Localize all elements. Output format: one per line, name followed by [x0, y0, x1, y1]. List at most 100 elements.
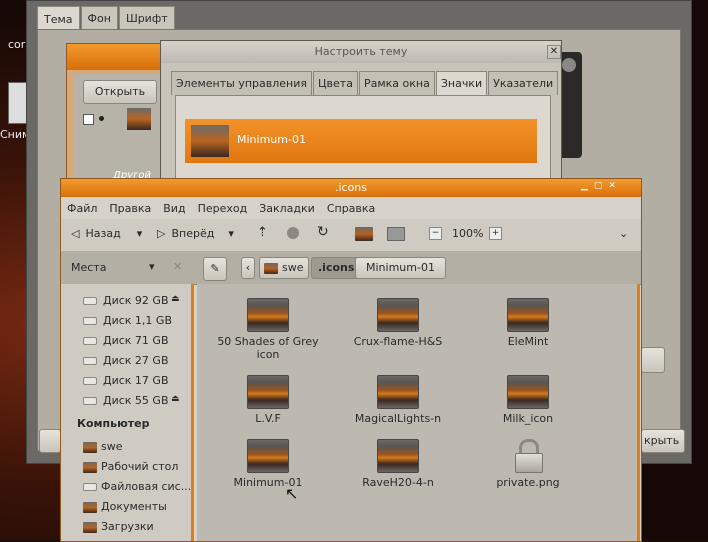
- menu-view[interactable]: Вид: [163, 202, 185, 215]
- tab-controls[interactable]: Элементы управления: [171, 71, 312, 95]
- selected-theme-row[interactable]: Minimum-01: [185, 119, 537, 163]
- path-left-button[interactable]: ‹: [241, 257, 255, 279]
- tab-window-border[interactable]: Рамка окна: [358, 71, 435, 95]
- file-item[interactable]: private.png: [473, 439, 583, 489]
- drive-icon: [83, 397, 97, 405]
- chevron-down-icon[interactable]: ⌄: [619, 227, 628, 240]
- location-bar: Места ▾ ✕ ✎ ‹ swe .icons Minimum-01: [61, 252, 641, 285]
- home-icon: [83, 441, 97, 453]
- sidebar-item-desktop[interactable]: Рабочий стол: [61, 458, 193, 476]
- knob-icon: [562, 58, 576, 72]
- file-item[interactable]: L.V.F: [213, 375, 323, 425]
- path-minimum[interactable]: Minimum-01: [355, 257, 446, 279]
- checkbox[interactable]: [83, 114, 94, 125]
- tab-background[interactable]: Фон: [80, 6, 118, 30]
- zoom-out-icon[interactable]: −: [429, 227, 442, 240]
- sidebar-header[interactable]: Места: [71, 261, 106, 274]
- reload-icon[interactable]: ↻: [317, 224, 329, 240]
- theme-preview-icon: [127, 108, 151, 130]
- theme-name: Minimum-01: [237, 133, 306, 146]
- desktop-file-icon[interactable]: [8, 82, 28, 124]
- back-icon: ◁: [71, 227, 80, 240]
- customize-theme-window: Настроить тему ✕ Элементы управления Цве…: [160, 40, 562, 193]
- close-sidebar-icon[interactable]: ✕: [173, 260, 182, 273]
- file-item[interactable]: Minimum-01: [213, 439, 323, 489]
- computer-icon[interactable]: [387, 227, 405, 241]
- window-border-right: [637, 284, 640, 541]
- folder-icon: [377, 298, 419, 332]
- zoom-level: 100%: [452, 227, 484, 240]
- folder-icon: [507, 298, 549, 332]
- file-item[interactable]: Crux-flame-H&S: [343, 298, 453, 348]
- eject-icon[interactable]: ⏏: [171, 294, 180, 304]
- drive-icon: [83, 317, 97, 325]
- preview-titlebar: [67, 44, 167, 70]
- help-button[interactable]: [39, 429, 61, 453]
- back-button[interactable]: ◁ Назад ▾: [71, 227, 142, 240]
- forward-button[interactable]: ▷ Вперёд ▾: [157, 227, 234, 240]
- edit-path-button[interactable]: ✎: [203, 257, 227, 281]
- sidebar: Диск 92 GB Диск 1,1 GB Диск 71 GB Диск 2…: [61, 284, 194, 541]
- up-icon[interactable]: ⇡: [257, 225, 268, 240]
- sidebar-item-drive[interactable]: Диск 17 GB: [61, 372, 193, 390]
- close-icon[interactable]: ✕: [547, 45, 561, 59]
- eject-icon[interactable]: ⏏: [171, 394, 180, 404]
- folder-icon: [377, 439, 419, 473]
- sidebar-item-drive[interactable]: Диск 1,1 GB: [61, 312, 193, 330]
- tab-icons[interactable]: Значки: [435, 71, 488, 95]
- folder-icon: [247, 298, 289, 332]
- appearance-tabs: Тема Фон Шрифт: [37, 6, 176, 30]
- tab-pointers[interactable]: Указатели: [488, 71, 559, 95]
- drive-icon: [83, 377, 97, 385]
- sidebar-item-home[interactable]: swe: [61, 438, 193, 456]
- zoom-in-icon[interactable]: +: [489, 227, 502, 240]
- open-button[interactable]: Открыть: [83, 80, 157, 104]
- sidebar-scrollbar[interactable]: [191, 284, 194, 541]
- preview-body: Открыть Другой: [73, 74, 161, 182]
- radio[interactable]: [99, 116, 104, 121]
- chevron-down-icon: ▾: [136, 227, 143, 240]
- tab-colors[interactable]: Цвета: [313, 71, 358, 95]
- file-item[interactable]: RaveH20-4-n: [343, 439, 453, 489]
- menu-go[interactable]: Переход: [198, 202, 248, 215]
- folder-icon: [507, 375, 549, 409]
- drive-icon: [83, 357, 97, 365]
- file-item[interactable]: 50 Shades of Grey icon: [213, 298, 323, 361]
- menu-file[interactable]: Файл: [67, 202, 97, 215]
- forward-icon: ▷: [157, 227, 166, 240]
- folder-icon: [83, 501, 97, 513]
- menu-help[interactable]: Справка: [327, 202, 375, 215]
- menu-bookmarks[interactable]: Закладки: [259, 202, 315, 215]
- drive-icon: [83, 297, 97, 305]
- drive-icon: [83, 483, 97, 491]
- home-icon[interactable]: [355, 227, 377, 241]
- sidebar-item-filesystem[interactable]: Файловая сис...: [61, 478, 193, 496]
- sidebar-item-documents[interactable]: Документы: [61, 498, 193, 516]
- sidebar-item-drive[interactable]: Диск 27 GB: [61, 352, 193, 370]
- lock-icon: [513, 439, 543, 473]
- customize-titlebar: Настроить тему: [161, 41, 561, 63]
- path-swe[interactable]: swe: [259, 257, 309, 279]
- stop-icon[interactable]: [287, 227, 299, 239]
- partial-button[interactable]: [641, 347, 665, 373]
- chevron-down-icon[interactable]: ▾: [149, 260, 155, 273]
- folder-icon: [247, 375, 289, 409]
- mouse-cursor-icon: ↖: [285, 484, 299, 503]
- file-item[interactable]: Milk_icon: [473, 375, 583, 425]
- desktop-label[interactable]: cor: [8, 38, 25, 51]
- customize-tabs: Элементы управления Цвета Рамка окна Зна…: [171, 71, 559, 95]
- file-item[interactable]: MagicalLights-n: [343, 375, 453, 425]
- folder-icon: [83, 521, 97, 533]
- menubar: Файл Правка Вид Переход Закладки Справка: [61, 197, 641, 219]
- close-button[interactable]: крыть: [641, 429, 685, 453]
- theme-icon: [191, 125, 229, 157]
- path-icons[interactable]: .icons: [311, 257, 362, 279]
- tab-theme[interactable]: Тема: [37, 6, 80, 30]
- menu-edit[interactable]: Правка: [109, 202, 151, 215]
- tab-fonts[interactable]: Шрифт: [118, 6, 175, 30]
- window-controls[interactable]: ▁▢✕: [581, 181, 637, 195]
- folder-icon: [247, 439, 289, 473]
- sidebar-item-drive[interactable]: Диск 71 GB: [61, 332, 193, 350]
- file-item[interactable]: EleMint: [473, 298, 583, 348]
- sidebar-item-downloads[interactable]: Загрузки: [61, 518, 193, 536]
